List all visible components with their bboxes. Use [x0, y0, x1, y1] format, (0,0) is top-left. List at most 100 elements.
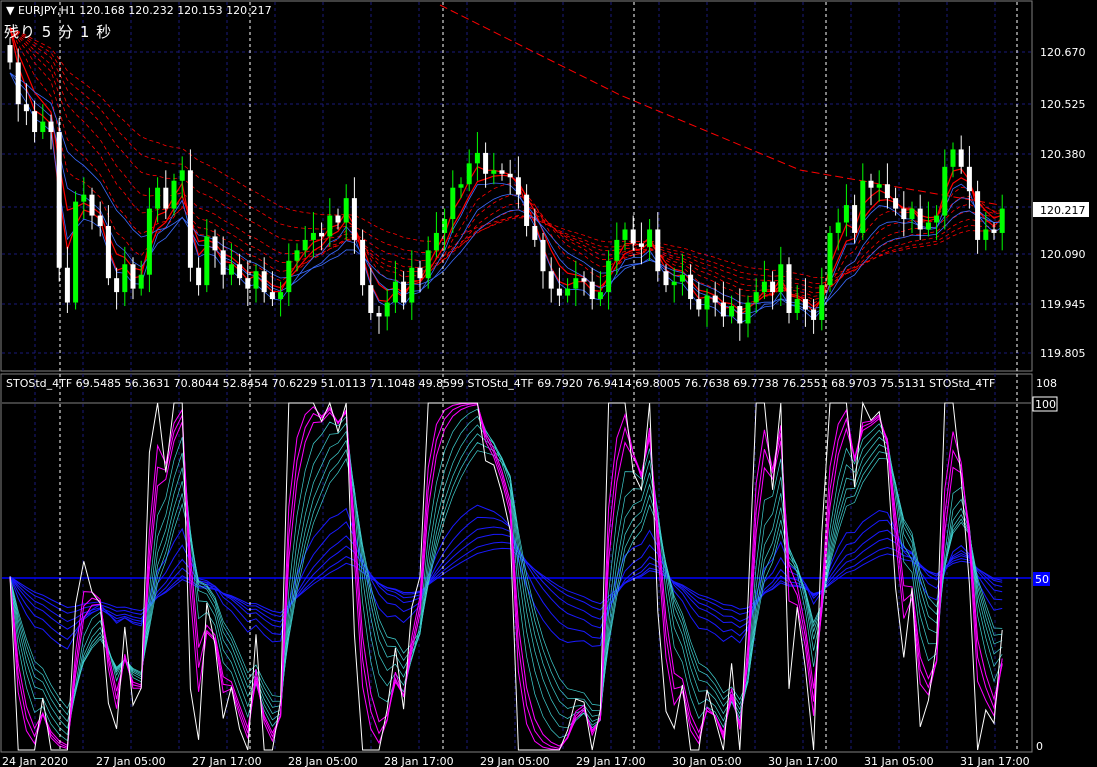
- candle-body: [696, 299, 702, 310]
- candle-body: [179, 170, 185, 181]
- candle-body: [688, 274, 694, 300]
- candle-body: [991, 229, 997, 233]
- current-price-label: 120.217: [1040, 204, 1086, 217]
- indicator-tick-0: 0: [1036, 740, 1043, 753]
- candle-body: [499, 170, 505, 174]
- time-tick: 30 Jan 05:00: [672, 755, 742, 767]
- candle-body: [679, 274, 685, 282]
- candle-body: [876, 184, 882, 188]
- candle-body: [360, 239, 366, 286]
- candle-body: [261, 271, 267, 293]
- symbol-header: ▼ EURJPY,H1 120.168 120.232 120.153 120.…: [6, 4, 272, 17]
- candle-body: [811, 309, 817, 320]
- candle-body: [278, 292, 284, 300]
- candle-body: [15, 62, 21, 105]
- candle-body: [606, 260, 612, 293]
- candle-body: [843, 205, 849, 223]
- candle-body: [712, 295, 718, 303]
- candle-body: [925, 222, 931, 230]
- time-tick: 29 Jan 05:00: [480, 755, 550, 767]
- candle-body: [491, 170, 497, 174]
- candlestick-series: [7, 38, 1005, 341]
- price-tick: 119.945: [1040, 298, 1086, 311]
- candle-body: [425, 250, 431, 279]
- candle-body: [56, 132, 62, 268]
- candle-body: [97, 215, 103, 226]
- candle-body: [507, 173, 513, 178]
- candle-body: [704, 295, 710, 310]
- candle-body: [138, 274, 144, 289]
- moving-average-line: [9, 27, 1003, 297]
- stochastic-slow-line: [9, 504, 1003, 650]
- candle-body: [819, 285, 825, 320]
- candle-body: [524, 194, 530, 226]
- candle-body: [474, 152, 480, 164]
- candle-body: [73, 201, 79, 303]
- candle-body: [835, 222, 841, 233]
- candle-body: [32, 111, 38, 133]
- candle-body: [384, 302, 390, 317]
- time-tick: 29 Jan 17:00: [576, 755, 646, 767]
- indicator-tick-100: 100: [1035, 398, 1056, 411]
- candle-body: [286, 260, 292, 293]
- candle-body: [212, 236, 218, 251]
- moving-average-line: [9, 27, 1003, 289]
- time-tick: 28 Jan 17:00: [384, 755, 454, 767]
- stochastic-fast-line: [9, 402, 1003, 751]
- candle-body: [310, 232, 316, 240]
- candle-body: [343, 198, 349, 223]
- indicator-header: STOStd_4TF 69.5485 56.3631 70.8044 52.84…: [6, 377, 996, 390]
- price-tick: 120.525: [1040, 98, 1086, 111]
- candle-body: [335, 215, 341, 223]
- candle-body: [622, 229, 628, 240]
- candle-body: [565, 288, 571, 296]
- candle-body: [163, 187, 169, 209]
- long-moving-average-line: [439, 4, 1001, 206]
- time-axis: 24 Jan 2020 27 Jan 05:00 27 Jan 17:00 28…: [2, 755, 1030, 767]
- candle-body: [515, 177, 521, 195]
- candle-body: [532, 225, 538, 240]
- time-tick: 30 Jan 17:00: [768, 755, 838, 767]
- candle-body: [458, 184, 464, 188]
- candle-body: [392, 281, 398, 303]
- indicator-tick-50: 50: [1035, 573, 1049, 586]
- candle-body: [146, 208, 152, 275]
- candle-body: [614, 239, 620, 261]
- candle-body: [909, 208, 915, 220]
- candle-body: [376, 312, 382, 317]
- candle-body: [720, 302, 726, 317]
- candle-body: [770, 281, 776, 293]
- candle-body: [540, 239, 546, 272]
- stochastic-ribbon: [9, 401, 1003, 751]
- candle-body: [220, 250, 226, 275]
- candle-body: [466, 163, 472, 185]
- candle-body: [122, 264, 128, 293]
- time-tick: 28 Jan 05:00: [288, 755, 358, 767]
- candle-body: [597, 292, 603, 300]
- price-tick: 120.670: [1040, 46, 1086, 59]
- candle-body: [433, 232, 439, 251]
- time-tick: 31 Jan 17:00: [960, 755, 1030, 767]
- candle-body: [950, 149, 956, 167]
- candle-body: [187, 170, 193, 268]
- stochastic-mid-line: [9, 408, 1003, 742]
- candle-body: [368, 285, 374, 313]
- candle-body: [401, 281, 407, 303]
- candle-body: [171, 180, 177, 209]
- candle-body: [753, 292, 759, 303]
- candle-body: [999, 208, 1005, 233]
- price-axis: 120.670 120.525 120.380 120.090 119.945 …: [1033, 46, 1089, 360]
- candle-body: [966, 166, 972, 192]
- moving-average-line: [9, 27, 1003, 279]
- candle-body: [975, 191, 981, 240]
- bar-countdown: 残り 5 分 1 秒: [4, 23, 113, 41]
- candle-body: [638, 243, 644, 247]
- moving-average-line: [9, 27, 1003, 284]
- candle-body: [48, 121, 54, 133]
- candle-body: [204, 236, 210, 286]
- time-tick: 31 Jan 05:00: [864, 755, 934, 767]
- time-tick: 27 Jan 17:00: [192, 755, 262, 767]
- candle-body: [917, 208, 923, 230]
- candle-body: [409, 267, 415, 303]
- candle-body: [237, 264, 243, 279]
